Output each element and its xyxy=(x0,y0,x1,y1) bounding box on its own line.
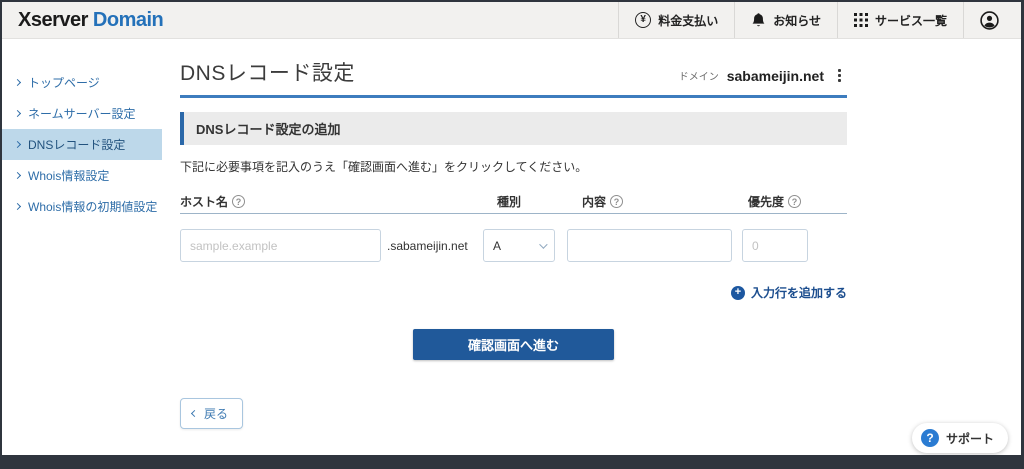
support-button[interactable]: ? サポート xyxy=(912,423,1008,453)
nav-services-label: サービス一覧 xyxy=(875,12,947,29)
form-row: .sabameijin.net A xyxy=(180,229,847,262)
domain-value: sabameijin.net xyxy=(727,68,824,84)
help-icon[interactable]: ? xyxy=(788,195,801,208)
sidebar-item-label: ネームサーバー設定 xyxy=(28,105,136,122)
content-label-text: 内容 xyxy=(582,193,606,210)
chevron-down-icon xyxy=(539,240,547,248)
priority-input[interactable] xyxy=(742,229,808,262)
host-label-text: ホスト名 xyxy=(180,193,228,210)
priority-label-text: 優先度 xyxy=(748,193,784,210)
account-menu-button[interactable] xyxy=(963,2,1021,38)
instruction-text: 下記に必要事項を記入のうえ「確認画面へ進む」をクリックしてください。 xyxy=(180,158,847,175)
type-select[interactable]: A xyxy=(483,229,555,262)
form-labels-row: ホスト名 ? 種別 内容 ? 優先度 ? xyxy=(180,193,847,214)
sidebar-item-whois-settings[interactable]: Whois情報設定 xyxy=(2,160,162,191)
person-circle-icon xyxy=(980,11,999,30)
nav-notifications[interactable]: お知らせ xyxy=(734,2,837,38)
sidebar-item-whois-default-settings[interactable]: Whois情報の初期値設定 xyxy=(2,191,162,222)
add-row-label: 入力行を追加する xyxy=(751,284,847,301)
nav-payment-label: 料金支払い xyxy=(658,12,718,29)
help-icon[interactable]: ? xyxy=(610,195,623,208)
add-row-container: + 入力行を追加する xyxy=(180,284,847,301)
domain-box: ドメイン sabameijin.net xyxy=(679,66,847,87)
kebab-menu-icon[interactable] xyxy=(832,66,847,85)
type-label: 種別 xyxy=(497,193,521,210)
add-input-row-link[interactable]: + 入力行を追加する xyxy=(731,284,847,301)
logo-text-secondary: Domain xyxy=(93,9,163,32)
bell-icon xyxy=(751,12,766,28)
section-header: DNSレコード設定の追加 xyxy=(180,112,847,145)
back-button-label: 戻る xyxy=(204,405,228,422)
nav-notifications-label: お知らせ xyxy=(773,12,821,29)
plus-circle-icon: + xyxy=(731,286,745,300)
sidebar-item-label: Whois情報の初期値設定 xyxy=(28,198,157,215)
support-label: サポート xyxy=(946,430,994,447)
back-button[interactable]: 戻る xyxy=(180,398,243,429)
type-label-text: 種別 xyxy=(497,193,521,210)
grid-icon xyxy=(854,13,868,27)
question-circle-icon: ? xyxy=(921,429,939,447)
back-row: 戻る xyxy=(180,398,847,429)
header-nav: ¥ 料金支払い お知らせ xyxy=(618,2,1021,38)
sidebar-item-dns-record-settings[interactable]: DNSレコード設定 xyxy=(2,129,162,160)
main-content: DNSレコード設定 ドメイン sabameijin.net DNSレコード設定の… xyxy=(180,39,847,455)
confirm-button[interactable]: 確認画面へ進む xyxy=(413,329,614,360)
priority-label: 優先度 ? xyxy=(748,193,801,210)
domain-suffix: .sabameijin.net xyxy=(387,239,453,253)
logo-text-primary: Xserver xyxy=(18,9,88,32)
page-frame: Xserver Domain ¥ 料金支払い お知らせ xyxy=(2,2,1021,455)
sidebar-item-label: トップページ xyxy=(28,74,100,91)
sidebar-item-label: DNSレコード設定 xyxy=(28,136,125,153)
help-icon[interactable]: ? xyxy=(232,195,245,208)
nav-payment[interactable]: ¥ 料金支払い xyxy=(618,2,734,38)
chevron-right-icon xyxy=(14,110,21,117)
host-input[interactable] xyxy=(180,229,381,262)
sidebar: トップページ ネームサーバー設定 DNSレコード設定 Whois情報設定 Who… xyxy=(2,39,162,455)
top-header: Xserver Domain ¥ 料金支払い お知らせ xyxy=(2,2,1021,39)
content-input[interactable] xyxy=(567,229,732,262)
title-row: DNSレコード設定 ドメイン sabameijin.net xyxy=(180,39,847,98)
chevron-right-icon xyxy=(14,172,21,179)
chevron-right-icon xyxy=(14,203,21,210)
type-select-value: A xyxy=(493,239,501,253)
app-window: { "header": { "logo_primary": "Xserver",… xyxy=(0,0,1024,469)
app-logo[interactable]: Xserver Domain xyxy=(2,2,163,38)
sidebar-item-nameserver-settings[interactable]: ネームサーバー設定 xyxy=(2,98,162,129)
page-title: DNSレコード設定 xyxy=(180,57,355,87)
content-label: 内容 ? xyxy=(582,193,623,210)
sidebar-item-top-page[interactable]: トップページ xyxy=(2,67,162,98)
chevron-right-icon xyxy=(14,141,21,148)
host-label: ホスト名 ? xyxy=(180,193,245,210)
nav-services[interactable]: サービス一覧 xyxy=(837,2,963,38)
sidebar-item-label: Whois情報設定 xyxy=(28,167,109,184)
yen-circle-icon: ¥ xyxy=(635,12,651,28)
confirm-row: 確認画面へ進む xyxy=(180,329,847,360)
chevron-right-icon xyxy=(14,79,21,86)
domain-label: ドメイン xyxy=(679,68,719,83)
chevron-left-icon xyxy=(191,410,198,417)
